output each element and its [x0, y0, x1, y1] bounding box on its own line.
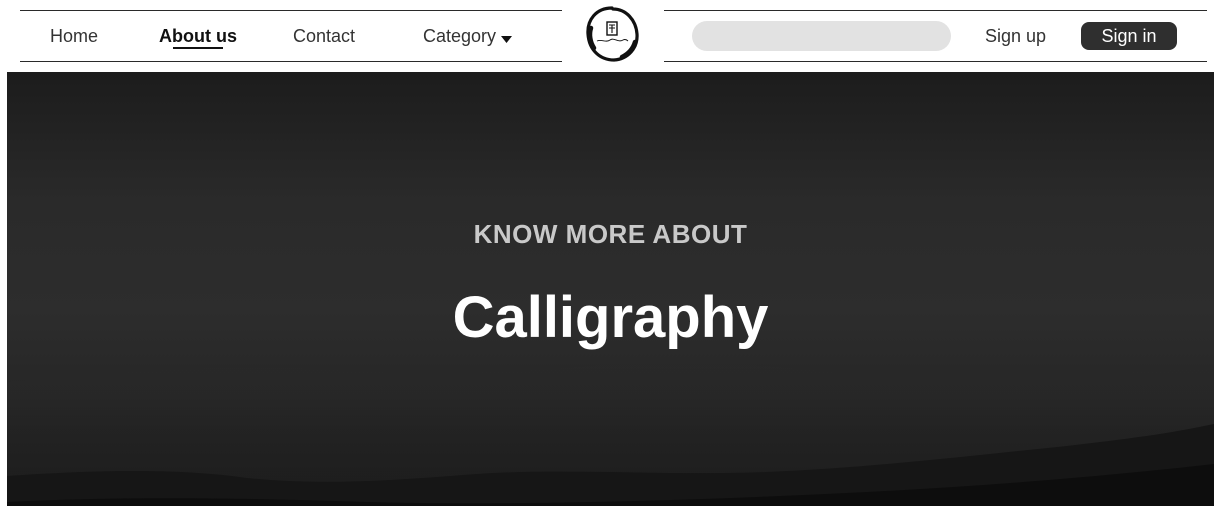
hero-title: Calligraphy — [452, 285, 769, 350]
nav-link-home[interactable]: Home — [50, 25, 98, 47]
chevron-down-icon — [501, 26, 513, 48]
nav-dropdown-category[interactable]: Category — [423, 25, 513, 48]
hero-banner: KNOW MORE ABOUT Calligraphy — [7, 72, 1214, 506]
sign-in-button[interactable]: Sign in — [1081, 22, 1177, 50]
nav-top-rule-left — [20, 10, 562, 11]
nav-top-rule-right — [664, 10, 1207, 11]
nav-bottom-rule-right — [664, 61, 1207, 62]
sign-up-link[interactable]: Sign up — [985, 25, 1046, 47]
nav-link-about-us[interactable]: About us — [159, 25, 237, 47]
search-input[interactable] — [692, 21, 951, 51]
calligraphy-logo[interactable] — [582, 4, 642, 64]
nav-dropdown-category-label: Category — [423, 26, 497, 46]
nav-link-contact[interactable]: Contact — [293, 25, 355, 47]
nav-bottom-rule-left — [20, 61, 562, 62]
top-navbar: Home About us Contact Category Sign up S… — [0, 0, 1214, 72]
active-nav-underline — [173, 47, 223, 49]
hero-kicker: KNOW MORE ABOUT — [473, 219, 748, 249]
